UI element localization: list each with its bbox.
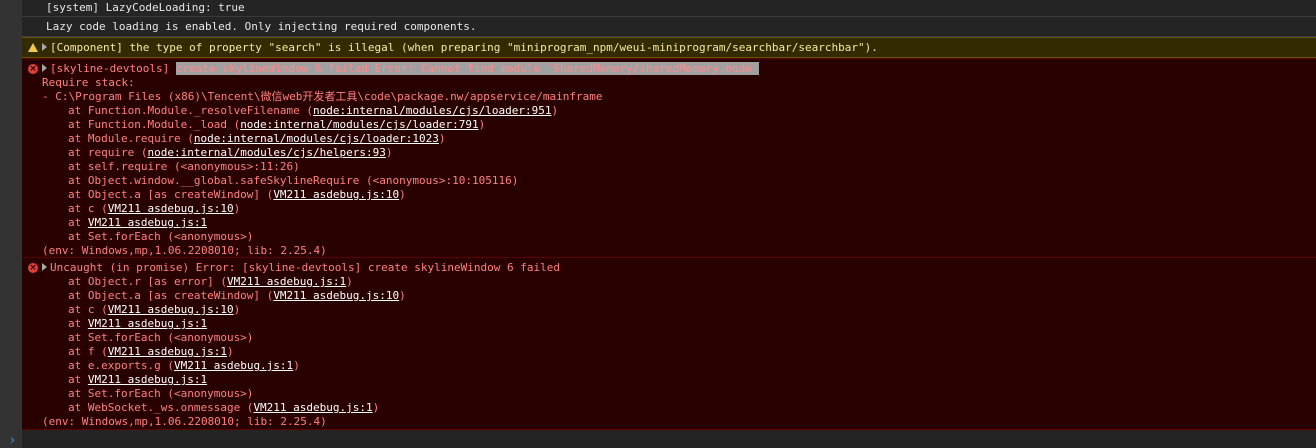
stack-frame: at VM211 asdebug.js:1 (68, 317, 208, 330)
source-link[interactable]: VM211 asdebug.js:1 (88, 317, 207, 330)
source-link[interactable]: VM211 asdebug.js:1 (227, 275, 346, 288)
warning-icon (28, 43, 38, 52)
console-input[interactable] (22, 432, 1316, 448)
console-message-system[interactable]: [system] LazyCodeLoading: true (22, 0, 1316, 17)
stack-frame: at c (VM211 asdebug.js:10) (68, 303, 241, 316)
error-header: Uncaught (in promise) Error: [skyline-de… (50, 261, 560, 274)
stack-frame: at Function.Module._resolveFilename (nod… (68, 104, 559, 117)
require-stack-path: - C:\Program Files (x86)\Tencent\微信web开发… (42, 90, 603, 103)
console-panel: [system] LazyCodeLoading: true Lazy code… (22, 0, 1316, 448)
console-warning[interactable]: [Component] the type of property "search… (22, 37, 1316, 58)
console-error-1[interactable]: × [skyline-devtools] create skylineWindo… (22, 58, 1316, 258)
error-icon: × (28, 64, 38, 74)
error-icon: × (28, 263, 38, 273)
stack-frame: at c (VM211 asdebug.js:10) (68, 202, 241, 215)
stack-frame: at WebSocket._ws.onmessage (VM211 asdebu… (68, 401, 380, 414)
expand-triangle-icon[interactable] (42, 64, 47, 72)
stack-frame: at Set.forEach (<anonymous>) (68, 331, 254, 344)
source-link[interactable]: VM211 asdebug.js:1 (253, 401, 372, 414)
error-source-prefix: [skyline-devtools] (50, 62, 176, 75)
selected-error-text[interactable]: create skylineWindow 6 failed Error: Can… (175, 62, 759, 75)
stack-frame: at VM211 asdebug.js:1 (68, 373, 208, 386)
source-link[interactable]: node:internal/modules/cjs/loader:791 (240, 118, 478, 131)
source-link[interactable]: node:internal/modules/cjs/loader:1023 (194, 132, 439, 145)
source-link[interactable]: VM211 asdebug.js:1 (174, 359, 293, 372)
stack-frame: at f (VM211 asdebug.js:1) (68, 345, 234, 358)
stack-frame: at Set.forEach (<anonymous>) (68, 230, 254, 243)
prompt-chevron-icon: › (10, 433, 16, 448)
source-link[interactable]: VM211 asdebug.js:10 (273, 289, 399, 302)
expand-triangle-icon[interactable] (42, 263, 47, 271)
stack-frame: at Object.a [as createWindow] (VM211 asd… (68, 289, 406, 302)
stack-frame: at self.require (<anonymous>:11:26) (68, 160, 300, 173)
source-link[interactable]: VM211 asdebug.js:10 (108, 202, 234, 215)
left-gutter (0, 0, 22, 448)
stack-frame: at VM211 asdebug.js:1 (68, 216, 208, 229)
stack-frame: at Object.r [as error] (VM211 asdebug.js… (68, 275, 353, 288)
source-link[interactable]: VM211 asdebug.js:10 (108, 303, 234, 316)
message-text: [system] LazyCodeLoading: true (46, 1, 245, 14)
env-info: (env: Windows,mp,1.06.2208010; lib: 2.25… (42, 244, 327, 257)
env-info: (env: Windows,mp,1.06.2208010; lib: 2.25… (42, 415, 327, 428)
stack-frame: at Function.Module._load (node:internal/… (68, 118, 486, 131)
warning-text: [Component] the type of property "search… (50, 41, 878, 54)
stack-frame: at Module.require (node:internal/modules… (68, 132, 446, 145)
console-message-lazy[interactable]: Lazy code loading is enabled. Only injec… (22, 17, 1316, 37)
source-link[interactable]: VM211 asdebug.js:1 (88, 373, 207, 386)
source-link[interactable]: VM211 asdebug.js:1 (88, 216, 207, 229)
expand-triangle-icon[interactable] (42, 43, 47, 51)
stack-frame: at Object.a [as createWindow] (VM211 asd… (68, 188, 406, 201)
stack-frame: at Object.window.__global.safeSkylineReq… (68, 174, 519, 187)
message-text: Lazy code loading is enabled. Only injec… (46, 20, 477, 33)
source-link[interactable]: VM211 asdebug.js:1 (108, 345, 227, 358)
console-error-2[interactable]: × Uncaught (in promise) Error: [skyline-… (22, 258, 1316, 430)
source-link[interactable]: VM211 asdebug.js:10 (273, 188, 399, 201)
stack-frame: at Set.forEach (<anonymous>) (68, 387, 254, 400)
source-link[interactable]: node:internal/modules/cjs/helpers:93 (147, 146, 385, 159)
stack-frame: at e.exports.g (VM211 asdebug.js:1) (68, 359, 300, 372)
source-link[interactable]: node:internal/modules/cjs/loader:951 (313, 104, 551, 117)
require-stack-label: Require stack: (42, 76, 135, 89)
stack-frame: at require (node:internal/modules/cjs/he… (68, 146, 393, 159)
